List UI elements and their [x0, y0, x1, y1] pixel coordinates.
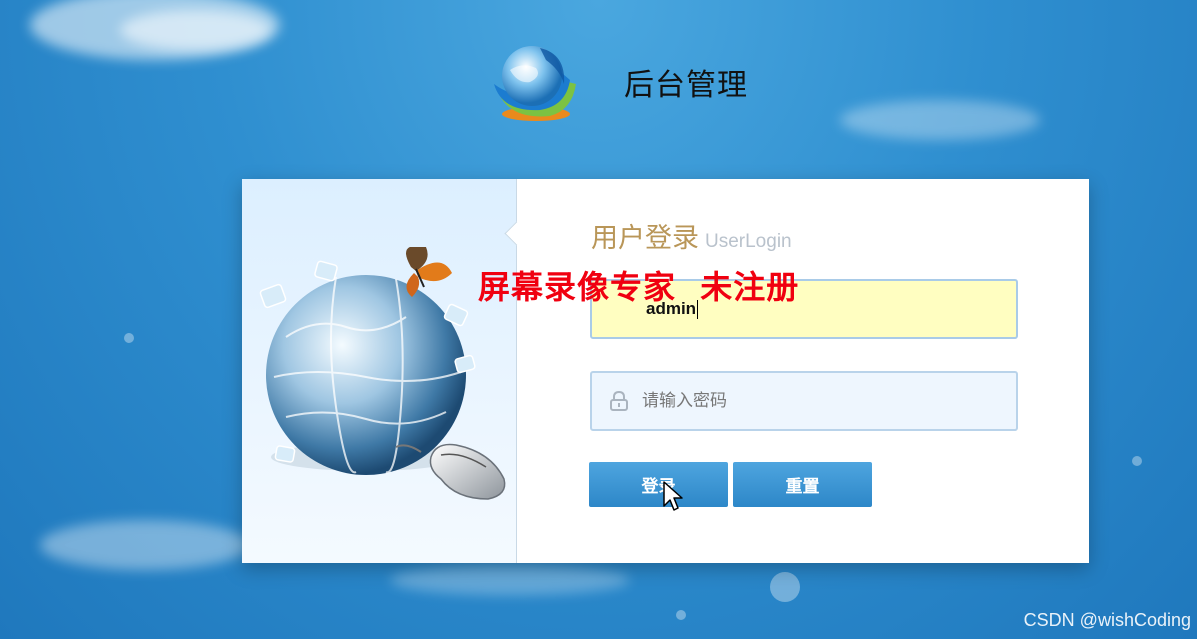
reset-button[interactable]: 重置 — [733, 462, 872, 507]
bokeh-decoration — [676, 610, 686, 620]
puzzle-globe-illustration — [259, 247, 506, 500]
lock-icon — [610, 390, 628, 411]
login-heading: 用户登录 UserLogin — [591, 216, 792, 255]
bokeh-decoration — [1132, 456, 1142, 466]
globe-logo-icon — [494, 46, 576, 121]
cloud-decoration — [840, 100, 1040, 140]
cloud-decoration — [390, 565, 630, 595]
recorder-watermark: 屏幕录像专家 未注册 — [478, 268, 800, 306]
mouse-pointer-icon — [663, 481, 683, 511]
login-title-zh: 用户登录 — [591, 223, 699, 254]
password-input[interactable] — [640, 390, 984, 412]
butterfly-icon — [406, 247, 452, 297]
bokeh-decoration — [124, 333, 134, 343]
cloud-decoration — [40, 520, 250, 570]
app-header: 后台管理 — [490, 40, 748, 124]
cloud-decoration — [120, 10, 270, 50]
illustration-panel — [242, 179, 517, 563]
password-field[interactable] — [590, 371, 1018, 431]
login-title-en: UserLogin — [705, 231, 792, 252]
footer-credit: CSDN @wishCoding — [1023, 610, 1191, 630]
bokeh-decoration — [770, 572, 800, 602]
login-button[interactable]: 登录 — [589, 462, 728, 507]
page-title: 后台管理 — [624, 68, 748, 103]
